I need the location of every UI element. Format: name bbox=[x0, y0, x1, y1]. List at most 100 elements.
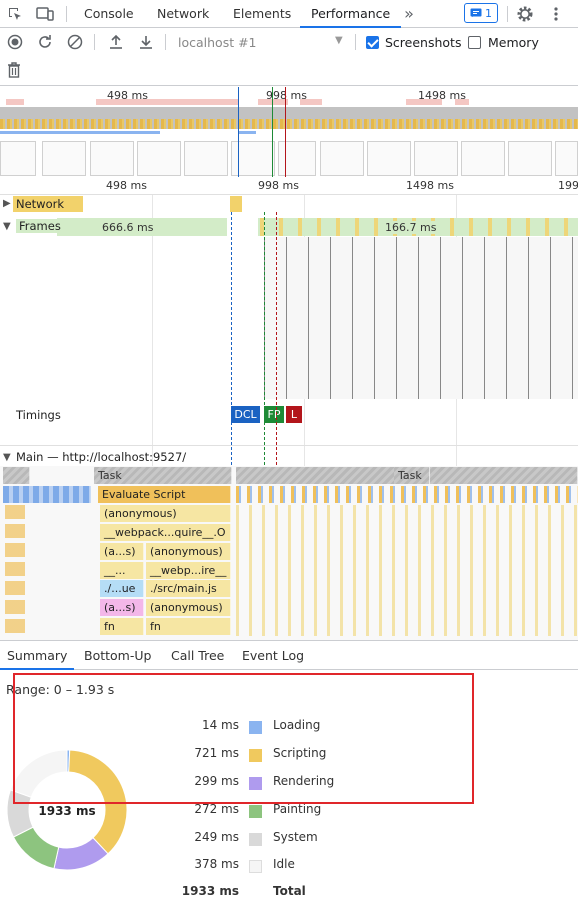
summary-value: 1933 ms bbox=[181, 884, 239, 897]
screenshot-thumbnail[interactable] bbox=[508, 141, 552, 176]
summary-row-idle: 378 ms Idle bbox=[0, 857, 578, 877]
cpu-scripting-overview bbox=[0, 119, 578, 129]
issues-count: 1 bbox=[485, 6, 492, 20]
collapse-frames-icon[interactable]: ▼ bbox=[3, 221, 11, 232]
screenshot-thumbnail[interactable] bbox=[461, 141, 505, 176]
network-track-label[interactable]: Network bbox=[16, 197, 64, 211]
flame-block[interactable]: (anonymous) bbox=[146, 543, 231, 560]
target-dropdown-icon[interactable]: ▼ bbox=[335, 35, 343, 46]
long-task-marker bbox=[258, 99, 288, 105]
screenshot-thumbnail[interactable] bbox=[278, 141, 316, 176]
summary-value: 249 ms bbox=[194, 830, 239, 844]
task-block[interactable] bbox=[3, 467, 30, 484]
message-icon bbox=[470, 8, 482, 17]
flame-block[interactable]: __webpack...quire__.O bbox=[100, 524, 231, 541]
network-overview-bar bbox=[238, 131, 256, 134]
flame-block[interactable]: fn bbox=[146, 618, 231, 635]
main-track-label[interactable]: Main — http://localhost:9527/ bbox=[16, 450, 186, 464]
settings-gear-icon[interactable] bbox=[515, 4, 535, 24]
long-task-marker bbox=[455, 99, 469, 105]
divider bbox=[94, 34, 95, 50]
screenshot-thumbnail[interactable] bbox=[367, 141, 411, 176]
summary-label: Total bbox=[273, 884, 306, 897]
frame-duration-label: 666.6 ms bbox=[102, 221, 154, 234]
flame-block[interactable]: ./src/main.js bbox=[146, 580, 231, 597]
idle-swatch bbox=[249, 860, 262, 873]
download-icon[interactable] bbox=[137, 33, 155, 51]
summary-value: 272 ms bbox=[194, 802, 239, 816]
timings-track-label[interactable]: Timings bbox=[16, 408, 61, 422]
flame-block[interactable]: __webp...ire__ bbox=[146, 562, 231, 579]
flame-block[interactable] bbox=[236, 486, 578, 503]
screenshot-thumbnail[interactable] bbox=[414, 141, 458, 176]
dcl-marker[interactable]: DCL bbox=[231, 406, 260, 423]
frames-track-label[interactable]: Frames bbox=[16, 219, 64, 233]
flame-block[interactable]: (anonymous) bbox=[100, 505, 231, 522]
task-block[interactable]: Task bbox=[394, 467, 430, 484]
flame-block[interactable]: ./...ue bbox=[100, 580, 144, 597]
flame-block[interactable]: fn bbox=[100, 618, 144, 635]
memory-checkbox[interactable] bbox=[468, 36, 481, 49]
painting-swatch bbox=[249, 805, 262, 818]
load-marker[interactable]: L bbox=[286, 406, 302, 423]
reload-icon[interactable] bbox=[36, 33, 54, 51]
screenshot-thumbnail[interactable] bbox=[320, 141, 364, 176]
screenshots-label: Screenshots bbox=[385, 35, 462, 50]
divider bbox=[507, 6, 508, 22]
flame-block[interactable]: __... bbox=[100, 562, 144, 579]
trash-icon[interactable] bbox=[5, 61, 23, 79]
bottom-panel-tabs: Summary Bottom-Up Call Tree Event Log bbox=[0, 640, 578, 670]
flame-block[interactable] bbox=[3, 486, 91, 503]
ruler-tick-label: 998 ms bbox=[258, 179, 299, 192]
device-toolbar-icon[interactable] bbox=[35, 5, 55, 23]
tab-summary[interactable]: Summary bbox=[0, 641, 75, 670]
clear-icon[interactable] bbox=[66, 33, 84, 51]
tab-elements[interactable]: Elements bbox=[233, 0, 291, 28]
expand-network-icon[interactable]: ▶ bbox=[3, 198, 11, 209]
evaluate-script-block[interactable]: Evaluate Script bbox=[98, 486, 231, 503]
flame-block[interactable]: (anonymous) bbox=[146, 599, 231, 616]
task-block[interactable]: Task bbox=[94, 467, 232, 484]
inspect-element-icon[interactable] bbox=[6, 5, 24, 23]
ruler-tick-label: 199 bbox=[558, 179, 578, 192]
time-ruler: 498 ms 998 ms 1498 ms 199 bbox=[0, 177, 578, 195]
tab-event-log[interactable]: Event Log bbox=[242, 641, 304, 670]
fp-marker[interactable]: FP bbox=[264, 406, 284, 423]
network-overview-bar bbox=[0, 131, 160, 134]
record-icon[interactable] bbox=[6, 33, 24, 51]
flame-block[interactable]: (a...s) bbox=[100, 543, 144, 560]
long-task-marker bbox=[300, 99, 322, 105]
frame-duration-label: 166.7 ms bbox=[383, 221, 439, 234]
flame-block[interactable] bbox=[5, 505, 25, 636]
highlight-annotation-box bbox=[13, 673, 474, 804]
divider bbox=[66, 6, 67, 22]
tab-console[interactable]: Console bbox=[84, 0, 134, 28]
frame-screenshots-area bbox=[264, 237, 578, 399]
screenshot-thumbnail[interactable] bbox=[42, 141, 86, 176]
more-tabs-chevron-icon[interactable]: » bbox=[399, 4, 419, 23]
flame-block[interactable]: (a...s) bbox=[100, 599, 144, 616]
summary-row-system: 249 ms System bbox=[0, 830, 578, 850]
target-select[interactable]: localhost #1 bbox=[178, 35, 257, 50]
upload-icon[interactable] bbox=[107, 33, 125, 51]
tab-bottom-up[interactable]: Bottom-Up bbox=[84, 641, 151, 670]
screenshots-checkbox[interactable] bbox=[366, 36, 379, 49]
summary-value: 378 ms bbox=[194, 857, 239, 871]
flame-block[interactable] bbox=[236, 505, 578, 636]
screenshot-thumbnail[interactable] bbox=[184, 141, 228, 176]
screenshot-thumbnail[interactable] bbox=[137, 141, 181, 176]
tab-performance[interactable]: Performance bbox=[300, 0, 402, 28]
fp-marker-line bbox=[272, 87, 273, 177]
screenshot-thumbnail[interactable] bbox=[90, 141, 134, 176]
tab-network[interactable]: Network bbox=[157, 0, 209, 28]
summary-row-painting: 272 ms Painting bbox=[0, 802, 578, 822]
collapse-main-icon[interactable]: ▼ bbox=[3, 452, 11, 463]
issues-badge[interactable]: 1 bbox=[464, 3, 498, 23]
divider bbox=[355, 34, 356, 50]
screenshot-thumbnail[interactable] bbox=[555, 141, 578, 176]
more-options-icon[interactable] bbox=[548, 4, 564, 24]
tab-call-tree[interactable]: Call Tree bbox=[171, 641, 224, 670]
network-request-bar[interactable] bbox=[230, 196, 242, 212]
long-task-marker bbox=[6, 99, 24, 105]
screenshot-thumbnail[interactable] bbox=[0, 141, 36, 176]
